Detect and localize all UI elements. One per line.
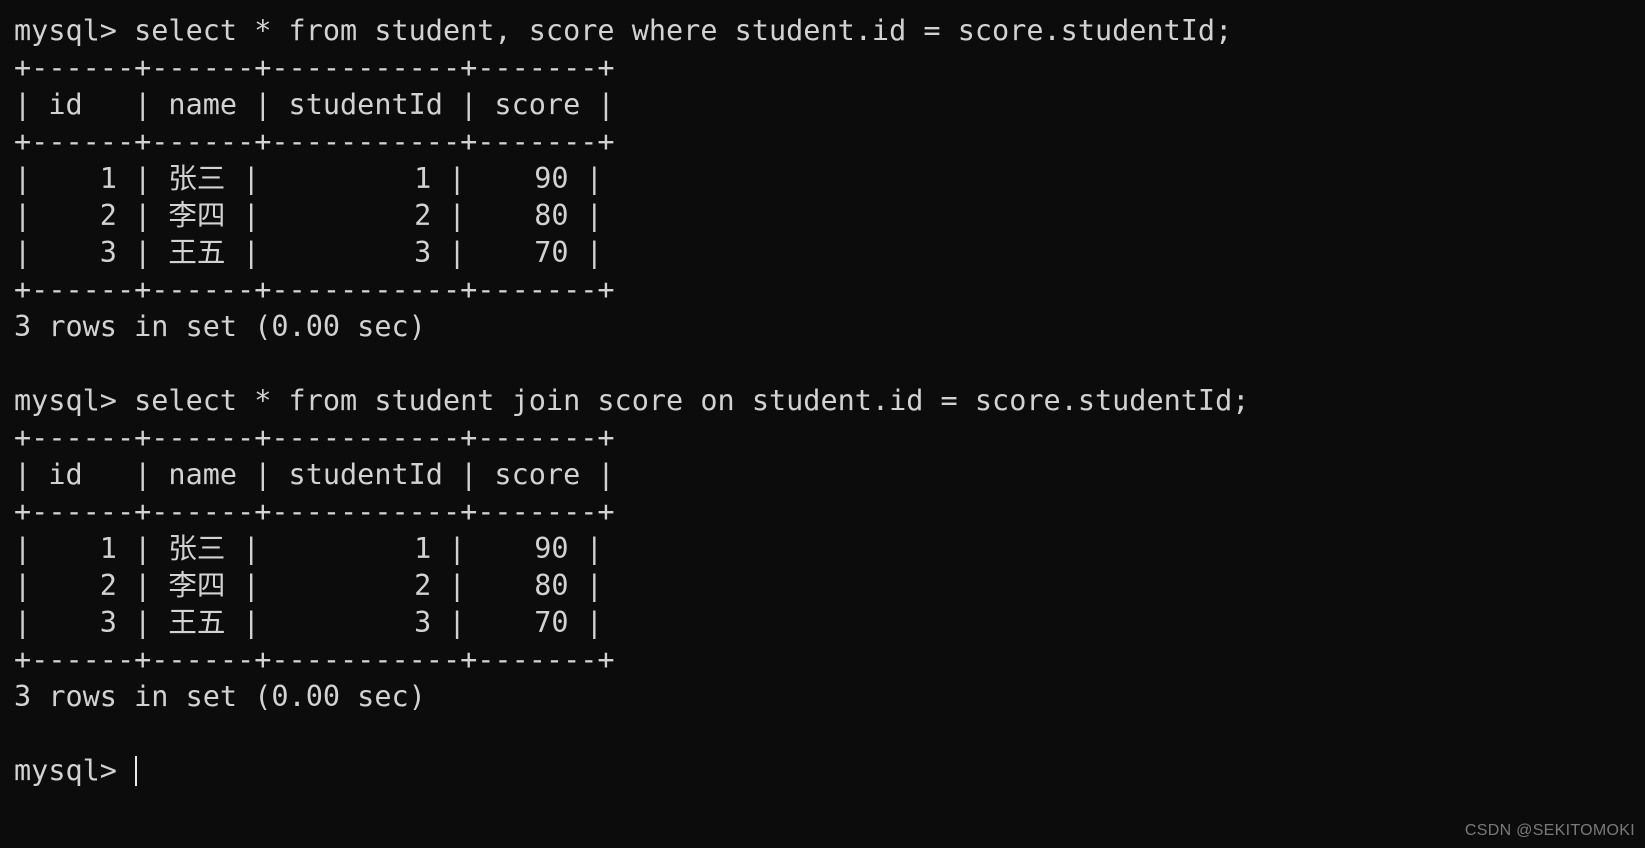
text-cursor <box>135 755 138 786</box>
table-border-mid-2: +------+------+-----------+-------+ <box>14 495 615 528</box>
table-row: | 1 | 张三 | 1 | 90 | <box>14 162 603 195</box>
table-header-1: | id | name | studentId | score | <box>14 88 615 121</box>
table-header-2: | id | name | studentId | score | <box>14 458 615 491</box>
table-row: | 2 | 李四 | 2 | 80 | <box>14 199 603 232</box>
table-border-top-1: +------+------+-----------+-------+ <box>14 51 615 84</box>
active-prompt-line[interactable]: mysql> <box>14 752 1645 789</box>
command-line-2: mysql> select * from student join score … <box>14 384 1250 417</box>
table-row: | 3 | 王五 | 3 | 70 | <box>14 606 603 639</box>
table-border-bottom-2: +------+------+-----------+-------+ <box>14 643 615 676</box>
status-line-2: 3 rows in set (0.00 sec) <box>14 680 426 713</box>
terminal-window[interactable]: mysql> select * from student, score wher… <box>0 0 1645 848</box>
table-border-mid-1: +------+------+-----------+-------+ <box>14 125 615 158</box>
table-row: | 3 | 王五 | 3 | 70 | <box>14 236 603 269</box>
table-row: | 1 | 张三 | 1 | 90 | <box>14 532 603 565</box>
prompt-label: mysql> <box>14 754 135 787</box>
table-border-top-2: +------+------+-----------+-------+ <box>14 421 615 454</box>
status-line-1: 3 rows in set (0.00 sec) <box>14 310 426 343</box>
csdn-watermark: CSDN @SEKITOMOKI <box>1464 822 1635 839</box>
command-line-1: mysql> select * from student, score wher… <box>14 14 1233 47</box>
table-row: | 2 | 李四 | 2 | 80 | <box>14 569 603 602</box>
table-border-bottom-1: +------+------+-----------+-------+ <box>14 273 615 306</box>
